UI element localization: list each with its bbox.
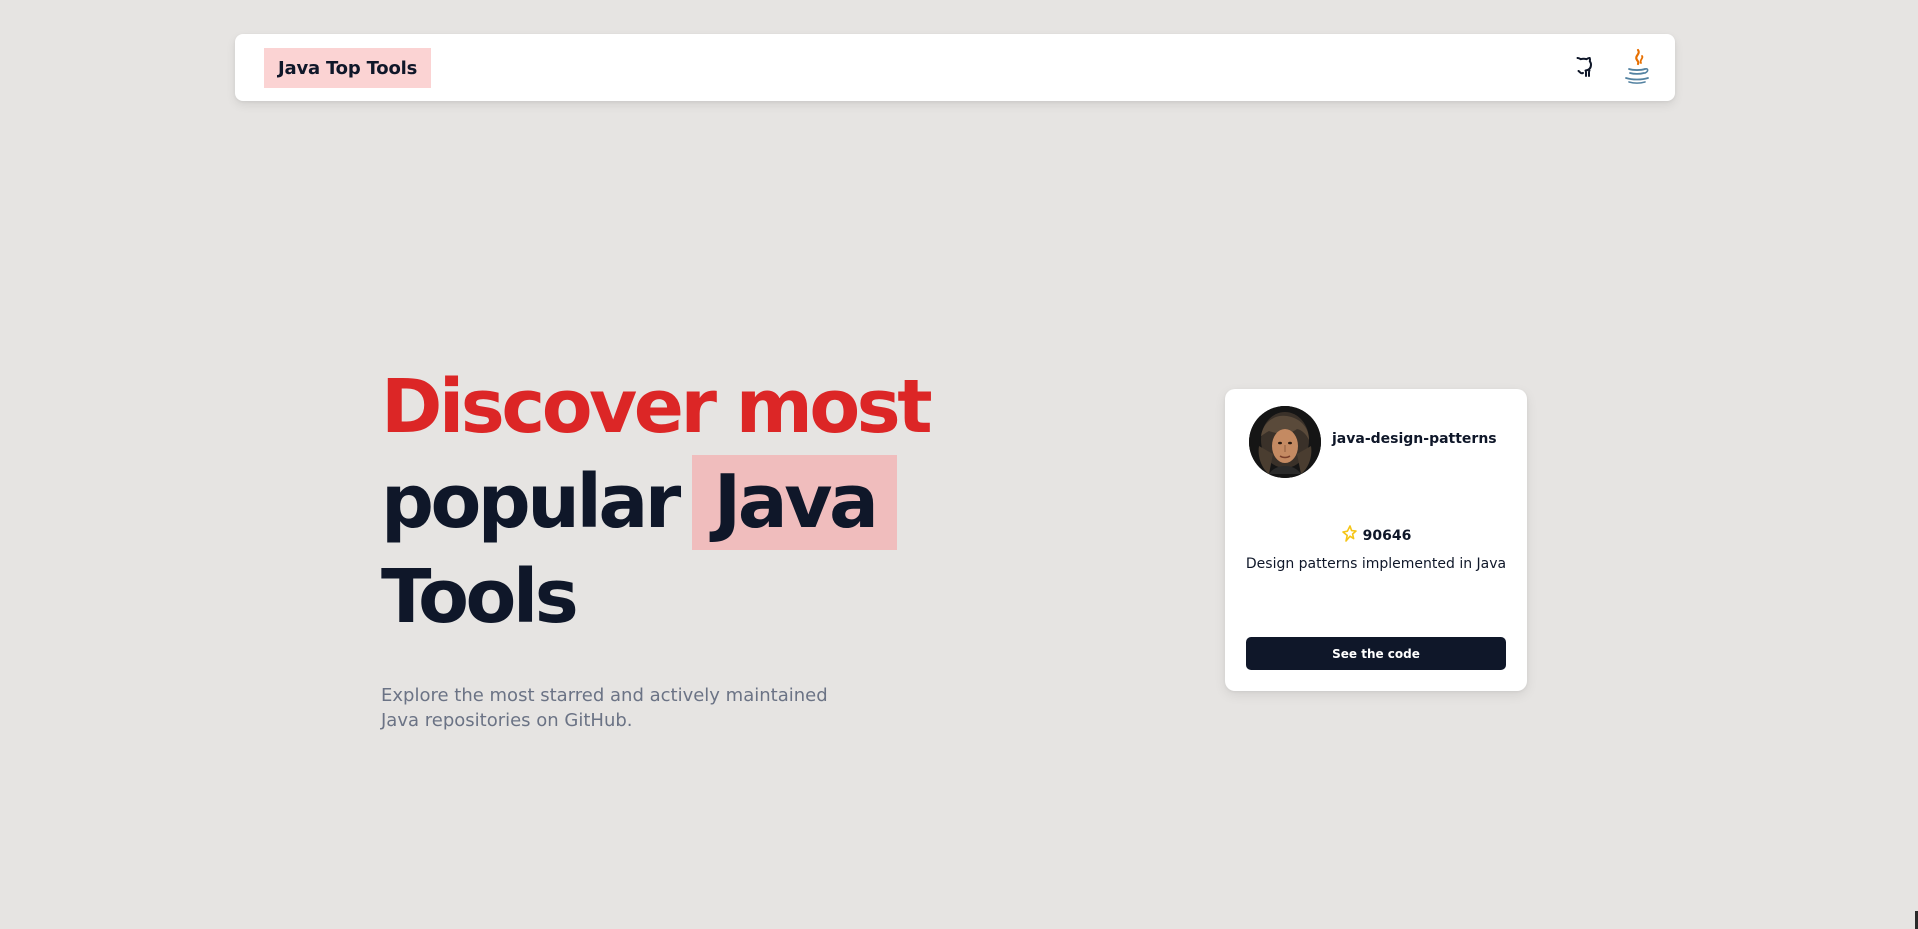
stars-count: 90646 — [1362, 528, 1412, 544]
repo-card: java-design-patterns 90646 Design patter… — [1225, 389, 1527, 691]
java-icon[interactable] — [1619, 46, 1655, 90]
stars-row: 90646 — [1225, 525, 1527, 547]
avatar — [1249, 406, 1321, 478]
navbar: Java Top Tools — [235, 34, 1675, 101]
github-icon[interactable] — [1571, 52, 1601, 82]
brand-logo-link[interactable]: Java Top Tools — [264, 48, 432, 88]
hero-title-line-1: Discover most — [381, 364, 933, 450]
hero-section: Discover most popular Java Tools Explore … — [381, 360, 981, 733]
see-code-button[interactable]: See the code — [1246, 637, 1506, 670]
hero-subtitle: Explore the most starred and actively ma… — [381, 685, 828, 731]
star-icon — [1341, 525, 1357, 547]
hero-title-java-highlight: Java — [691, 455, 898, 550]
hero-title-line-3: Tools — [381, 554, 579, 640]
hero-title-line-2: popular Java — [381, 455, 981, 550]
hero-title-popular: popular — [381, 459, 681, 545]
hero-title: Discover most popular Java Tools — [381, 360, 981, 645]
repo-name: java-design-patterns — [1332, 431, 1497, 447]
repo-description: Design patterns implemented in Java — [1245, 556, 1507, 572]
